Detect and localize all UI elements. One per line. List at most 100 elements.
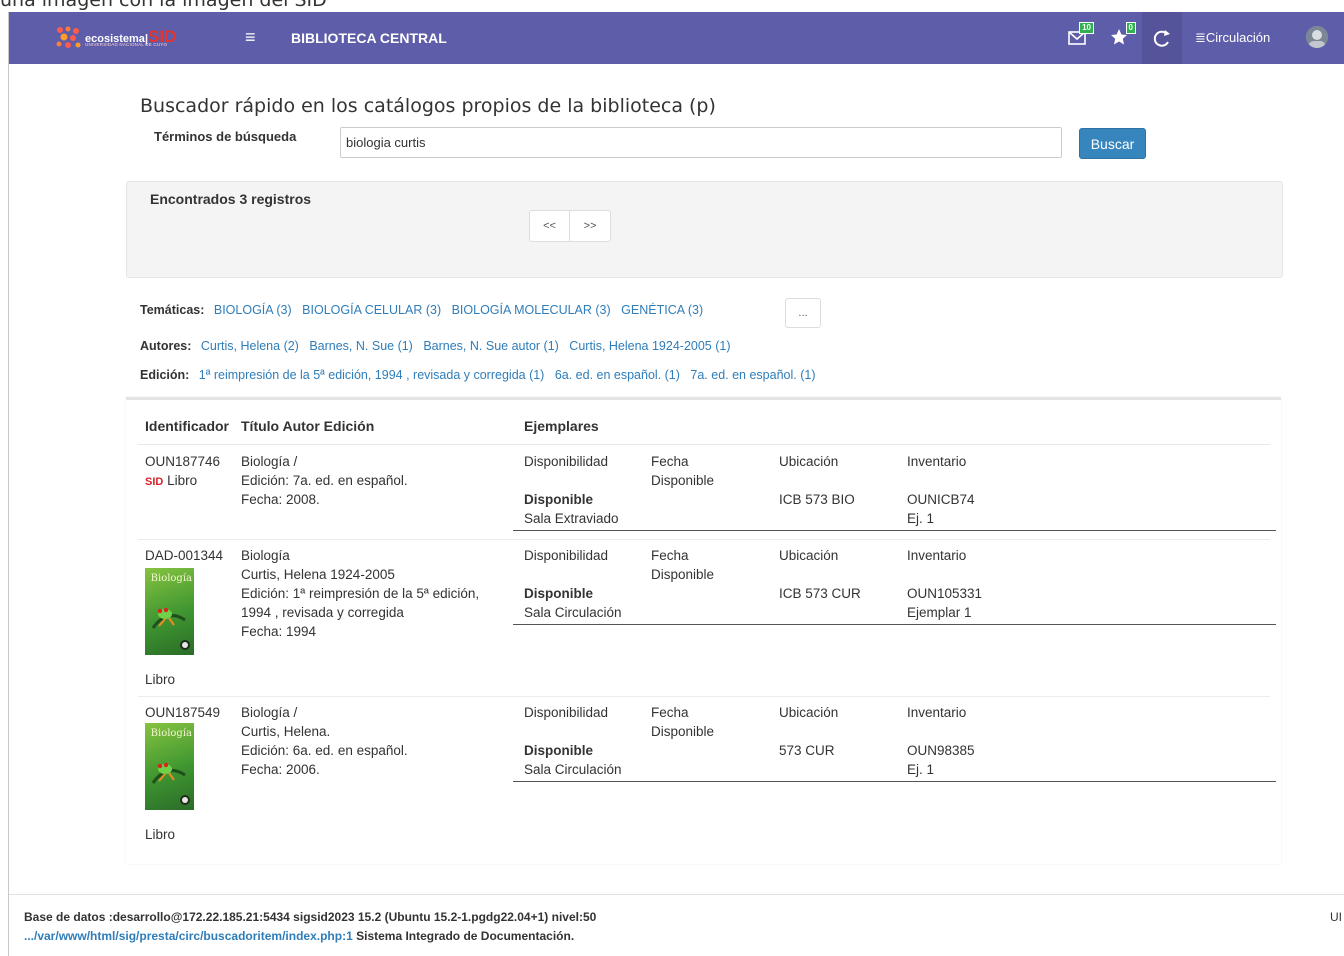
copy-room: Sala Extraviado (524, 511, 619, 526)
record-title-line: Fecha: 2008. (241, 492, 320, 507)
copy-number: Ejemplar 1 (907, 605, 972, 620)
record-title-line: Fecha: 2006. (241, 762, 320, 777)
facet-link[interactable]: 6a. ed. en español. (1) (555, 368, 680, 382)
results-summary-panel: Encontrados 3 registros << >> (126, 181, 1283, 278)
results-table: Identificador Título Autor Edición Ejemp… (126, 397, 1281, 864)
facet-autores-label: Autores: (140, 339, 192, 353)
record-id-link[interactable]: OUN187549 (145, 703, 220, 722)
record-title-line: Curtis, Helena 1924-2005 (241, 567, 395, 582)
record-id-link[interactable]: DAD-001344 (145, 546, 223, 565)
copy-divider (513, 530, 1276, 531)
circulation-menu[interactable]: ≣Circulación (1195, 30, 1270, 46)
sub-header-fecha: Fecha (651, 454, 689, 469)
facet-link[interactable]: GENÉTICA (3) (621, 303, 703, 317)
header-titulo: Título Autor Edición (241, 418, 375, 434)
sub-header-fecha-disponible: Disponible (651, 567, 715, 582)
favorites-button[interactable]: 0 (1109, 22, 1136, 50)
copy-status: Disponible (524, 492, 594, 507)
circulation-label: Circulación (1205, 30, 1271, 45)
footer-system-name: Sistema Integrado de Documentación. (356, 929, 575, 943)
frog-cover-icon: Biología (151, 573, 192, 650)
favorites-count-badge: 0 (1125, 22, 1136, 34)
library-title: BIBLIOTECA CENTRAL (291, 30, 447, 46)
record-title-line: Edición: 7a. ed. en español. (241, 473, 408, 488)
facet-tematicas: Temáticas: BIOLOGÍA (3) BIOLOGÍA CELULAR… (140, 303, 710, 317)
logo-dots-icon (56, 26, 81, 48)
inventory-link[interactable]: OUN105331 (907, 584, 982, 603)
menu-toggle-icon[interactable]: ≡ (245, 27, 259, 47)
logo-subtitle: UNIVERSIDAD NACIONAL DE CUYO (85, 42, 168, 47)
facet-link[interactable]: BIOLOGÍA (3) (214, 303, 292, 317)
facet-edicion-label: Edición: (140, 368, 190, 382)
copy-number: Ej. 1 (907, 511, 935, 526)
sub-header-fecha-disponible: Disponible (651, 724, 715, 739)
copy-location: ICB 573 BIO (779, 492, 855, 507)
record-type-label: Libro (145, 672, 176, 687)
sub-header-ubicacion: Ubicación (779, 454, 839, 469)
book-cover-image[interactable]: Biología (145, 568, 194, 655)
mail-notifications-button[interactable]: 10 (1067, 22, 1094, 50)
next-page-button[interactable]: >> (570, 210, 611, 242)
footer-path-line: .../var/www/html/sig/presta/circ/buscado… (24, 929, 574, 943)
ecosistema-sid-logo[interactable]: ecosistema|SID UNIVERSIDAD NACIONAL DE C… (55, 26, 195, 50)
inventory-link[interactable]: OUNICB74 (907, 490, 975, 509)
facet-link[interactable]: Barnes, N. Sue autor (1) (423, 339, 558, 353)
sub-header-ubicacion: Ubicación (779, 705, 839, 720)
facet-link[interactable]: BIOLOGÍA CELULAR (3) (302, 303, 441, 317)
copy-location: ICB 573 CUR (779, 586, 861, 601)
record-id-link[interactable]: OUN187746 (145, 452, 220, 471)
facet-link[interactable]: BIOLOGÍA MOLECULAR (3) (452, 303, 611, 317)
facet-autores: Autores: Curtis, Helena (2) Barnes, N. S… (140, 339, 738, 353)
facet-link[interactable]: 7a. ed. en español. (1) (690, 368, 815, 382)
book-cover-image[interactable]: Biología (145, 723, 194, 810)
search-button[interactable]: Buscar (1079, 128, 1146, 159)
sub-header-disponibilidad: Disponibilidad (524, 454, 609, 469)
copy-number: Ej. 1 (907, 762, 935, 777)
refresh-icon (1153, 30, 1170, 47)
header-ejemplares: Ejemplares (524, 418, 599, 434)
pagination: << >> (529, 210, 611, 242)
inventory-link[interactable]: OUN98385 (907, 741, 975, 760)
sub-header-inventario: Inventario (907, 705, 967, 720)
sub-header-disponibilidad: Disponibilidad (524, 705, 609, 720)
avatar-icon (1306, 26, 1328, 48)
facet-link[interactable]: Curtis, Helena (2) (201, 339, 299, 353)
results-count: Encontrados 3 registros (150, 191, 312, 207)
record-title-line: 1994 , revisada y corregida (241, 605, 404, 620)
search-input[interactable] (340, 127, 1062, 158)
page-title: Buscador rápido en los catálogos propios… (140, 95, 716, 117)
footer-db-info: Base de datos :desarrollo@172.22.185.21:… (24, 910, 597, 924)
list-icon: ≣ (1195, 30, 1206, 45)
more-facets-button[interactable]: ... (785, 298, 821, 328)
copy-location: 573 CUR (779, 743, 835, 758)
facet-edicion: Edición: 1ª reimpresión de la 5ª edición… (140, 368, 823, 382)
prev-page-button[interactable]: << (529, 210, 570, 242)
copy-room: Sala Circulación (524, 605, 622, 620)
record-type: SID Libro (145, 471, 197, 492)
page-caption: una imagen con la imagen del SID (0, 0, 327, 11)
search-terms-label: Términos de búsqueda (154, 129, 297, 144)
row-divider (138, 696, 1270, 697)
refresh-button[interactable] (1142, 12, 1182, 64)
sub-header-inventario: Inventario (907, 454, 967, 469)
footer-divider (9, 894, 1344, 895)
copy-divider (513, 624, 1276, 625)
user-avatar[interactable] (1306, 26, 1328, 48)
record-type-label: Libro (145, 827, 176, 842)
sub-header-disponibilidad: Disponibilidad (524, 548, 609, 563)
sub-header-fecha: Fecha (651, 548, 689, 563)
header-identificador: Identificador (145, 418, 230, 434)
facet-tematicas-label: Temáticas: (140, 303, 205, 317)
footer-path-link[interactable]: .../var/www/html/sig/presta/circ/buscado… (24, 929, 353, 943)
record-title-line: Biología (241, 548, 290, 563)
footer-right-text: UI (1330, 910, 1342, 924)
row-divider (138, 539, 1270, 540)
record-type-label: Libro (167, 473, 198, 488)
facet-link[interactable]: 1ª reimpresión de la 5ª edición, 1994 , … (199, 368, 545, 382)
facet-link[interactable]: Barnes, N. Sue (1) (309, 339, 413, 353)
sub-header-fecha-disponible: Disponible (651, 473, 715, 488)
copy-divider (513, 781, 1276, 782)
sub-header-inventario: Inventario (907, 548, 967, 563)
facet-link[interactable]: Curtis, Helena 1924-2005 (1) (569, 339, 730, 353)
copy-room: Sala Circulación (524, 762, 622, 777)
